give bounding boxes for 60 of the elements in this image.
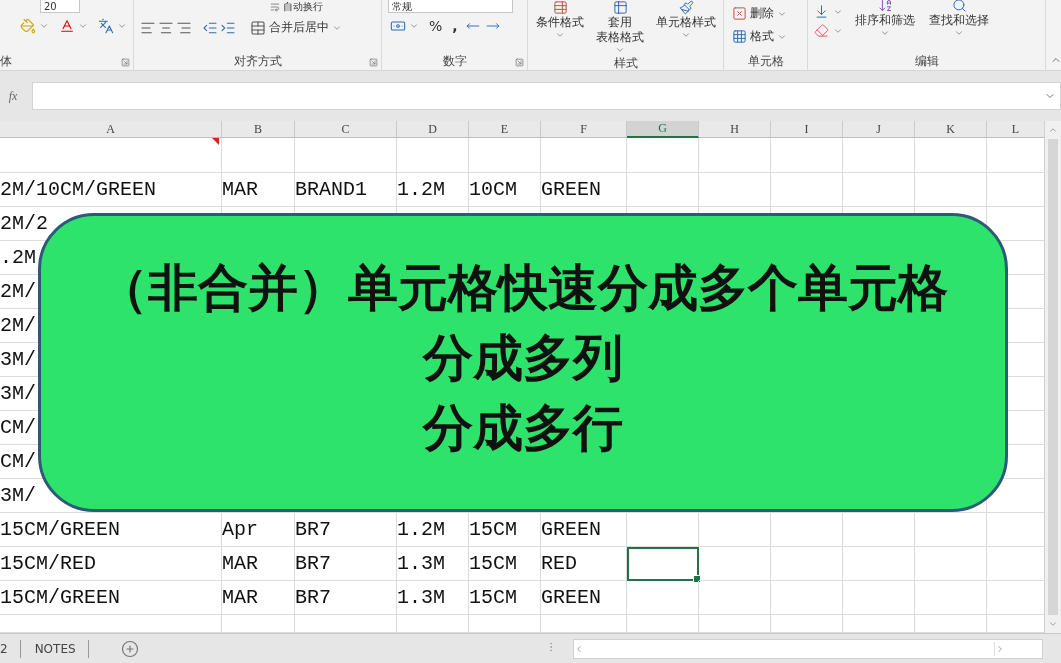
column-header[interactable]: C xyxy=(295,121,397,138)
group-label: 体 xyxy=(0,52,13,70)
table-cell: MAR xyxy=(222,547,295,581)
font-size-field[interactable]: 20 xyxy=(40,0,80,13)
table-cell: 10CM xyxy=(469,173,541,207)
wrap-text-button[interactable]: 自动换行 xyxy=(270,0,323,14)
table-cell: 15CM xyxy=(469,547,541,581)
merge-center-button[interactable]: 合并后居中 xyxy=(248,18,344,37)
banner-text: 分成多行 xyxy=(423,399,623,456)
table-cell: 1.2M xyxy=(397,513,469,547)
group-label: 样式 xyxy=(612,55,639,72)
table-cell: 15CM/RED xyxy=(0,547,222,581)
column-header[interactable]: K xyxy=(915,121,987,138)
table-cell: RED xyxy=(541,547,627,581)
banner-text: 分成多列 xyxy=(423,329,623,386)
table-cell: 1.3M xyxy=(397,581,469,615)
table-cell: 15CM xyxy=(469,581,541,615)
table-cell: 15CM/GREEN xyxy=(0,581,222,615)
style-button[interactable]: 单元格样式 xyxy=(654,0,718,40)
style-button[interactable]: 条件格式 xyxy=(534,0,586,40)
function-label[interactable]: fx xyxy=(0,88,26,104)
table-cell: 1.3M xyxy=(397,547,469,581)
table-cell: GREEN xyxy=(541,581,627,615)
group-label: 数字 xyxy=(441,52,468,70)
column-header[interactable]: D xyxy=(397,121,469,138)
column-header[interactable]: E xyxy=(469,121,541,138)
editing-button[interactable]: 查找和选择 xyxy=(927,0,991,38)
cells-button[interactable]: 格式 xyxy=(730,27,789,46)
table-cell: MAR xyxy=(222,581,295,615)
column-header[interactable]: F xyxy=(541,121,627,138)
percent-button[interactable]: % xyxy=(427,17,445,35)
table-cell: GREEN xyxy=(541,173,627,207)
group-label: 单元格 xyxy=(746,52,785,70)
table-cell: BR7 xyxy=(295,547,397,581)
sheet-tab[interactable]: NOTES xyxy=(20,639,89,658)
table-cell: MAR xyxy=(222,173,295,207)
table-cell: 2M/10CM/GREEN xyxy=(0,173,222,207)
column-header[interactable]: I xyxy=(771,121,843,138)
table-cell: 1.2M xyxy=(397,173,469,207)
column-header[interactable]: A xyxy=(0,121,222,138)
column-header[interactable]: B xyxy=(222,121,295,138)
editing-button[interactable]: 排序和筛选 xyxy=(853,0,917,38)
column-header[interactable]: G xyxy=(627,121,699,138)
table-cell: 15CM xyxy=(469,513,541,547)
table-cell: GREEN xyxy=(541,513,627,547)
comma-button[interactable]: , xyxy=(450,17,460,35)
style-button[interactable]: 套用 表格格式 xyxy=(594,0,646,55)
table-cell: 15CM/GREEN xyxy=(0,513,222,547)
group-label: 对齐方式 xyxy=(232,52,283,70)
table-cell: Apr xyxy=(222,513,295,547)
cells-button[interactable]: 删除 xyxy=(730,4,789,23)
column-header[interactable]: H xyxy=(699,121,771,138)
sheet-tab[interactable]: 2 xyxy=(0,639,21,658)
column-header[interactable]: L xyxy=(987,121,1044,138)
number-format-field[interactable]: 常规 xyxy=(388,0,513,13)
table-cell: BR7 xyxy=(295,581,397,615)
column-header[interactable]: J xyxy=(843,121,915,138)
table-cell: BR7 xyxy=(295,513,397,547)
table-cell: BRAND1 xyxy=(295,173,397,207)
group-label: 编辑 xyxy=(913,52,940,70)
